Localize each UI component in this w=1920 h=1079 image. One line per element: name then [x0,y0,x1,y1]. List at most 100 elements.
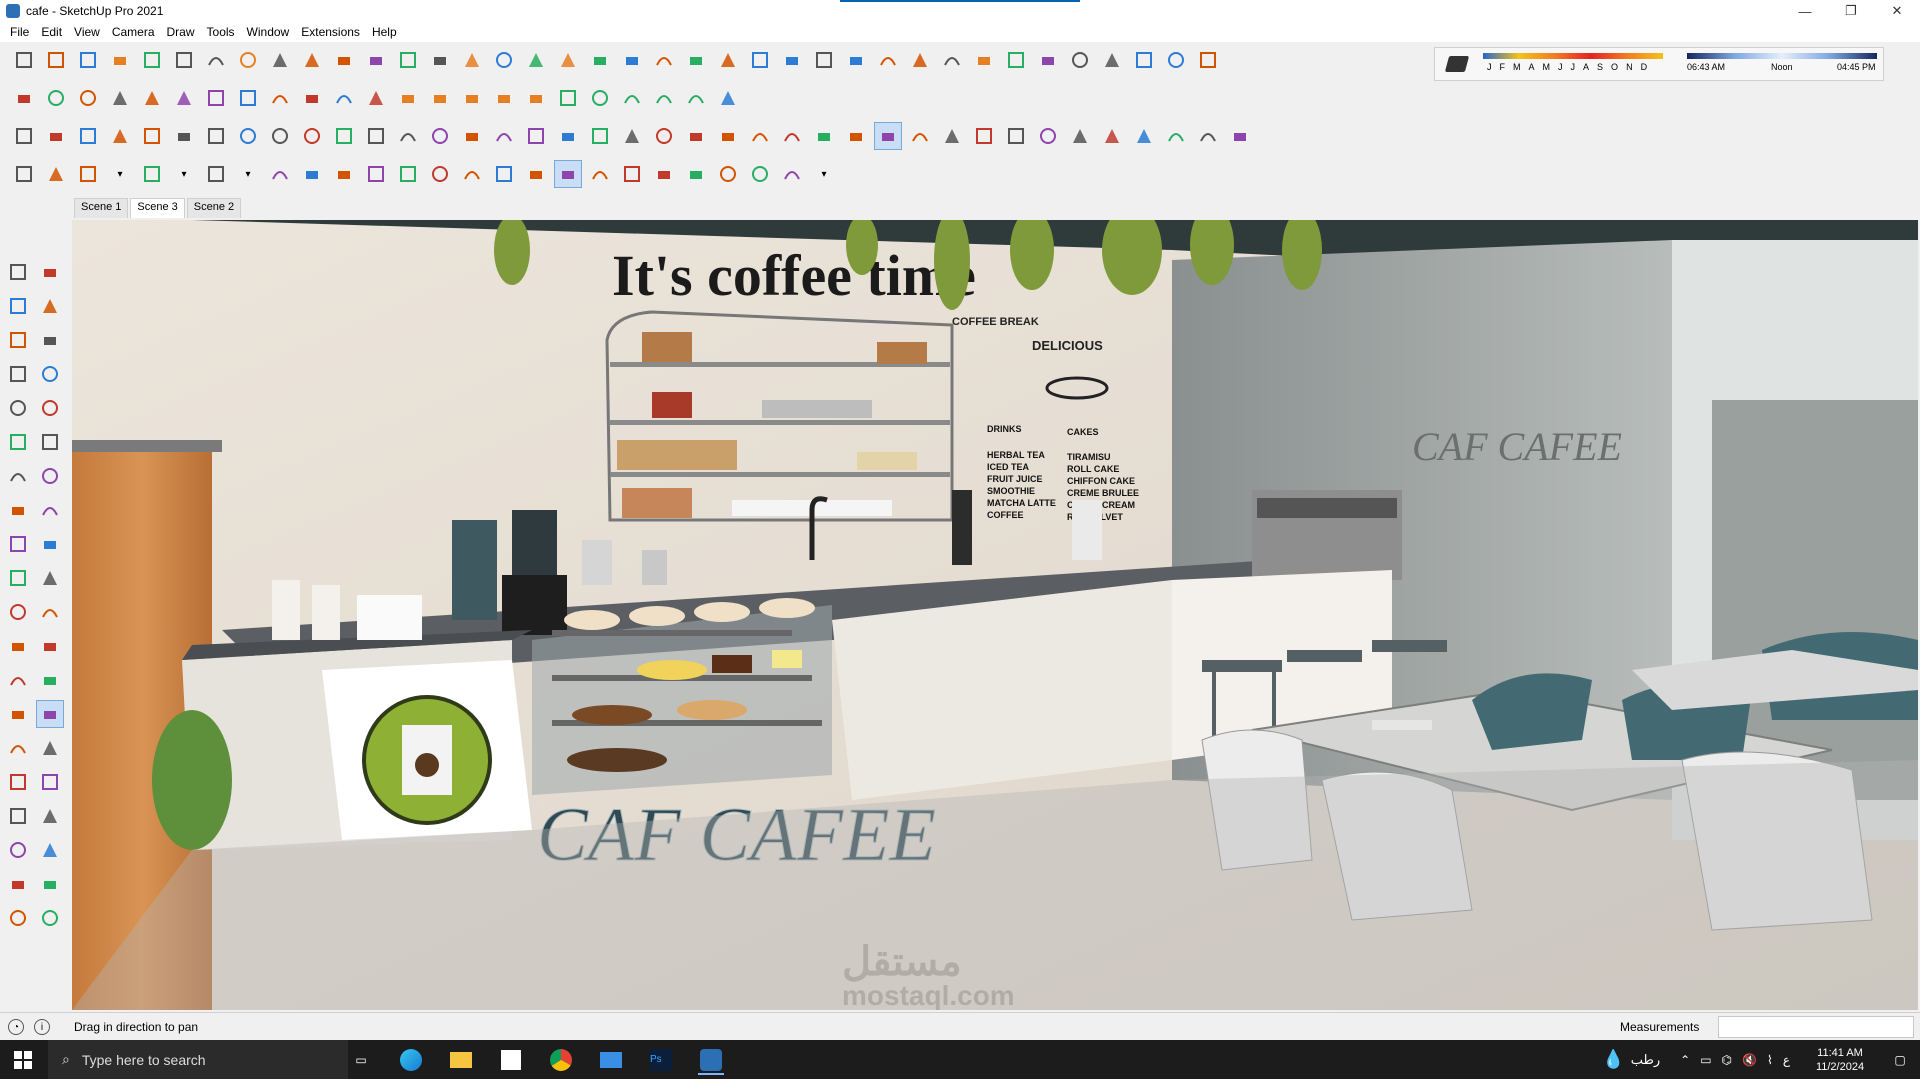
menu-help[interactable]: Help [366,25,403,39]
zoomext-icon[interactable] [618,160,646,188]
rotrect-icon[interactable] [36,360,64,388]
cloud-icon[interactable] [170,46,198,74]
zig-icon[interactable] [746,46,774,74]
scissors-icon[interactable] [106,46,134,74]
layers-icon[interactable] [74,84,102,112]
mail-icon[interactable] [298,84,326,112]
orbit-icon[interactable] [522,160,550,188]
shop-icon[interactable] [714,84,742,112]
select-icon[interactable] [10,46,38,74]
display3-icon[interactable] [1226,122,1254,150]
freehand-icon[interactable] [36,326,64,354]
pushpull-icon[interactable] [490,122,518,150]
ring-icon[interactable] [906,46,934,74]
tube-icon[interactable] [298,46,326,74]
geo-icon[interactable]: ◔ [8,1019,24,1035]
eraser-icon[interactable] [42,160,70,188]
photoshop-icon[interactable]: Ps [640,1044,682,1075]
warehouse-icon[interactable] [4,870,32,898]
frame-icon[interactable] [650,46,678,74]
offset-icon[interactable] [618,122,646,150]
box-icon[interactable] [490,84,518,112]
rect-icon[interactable] [202,160,230,188]
stack-icon[interactable] [682,46,710,74]
layers-icon[interactable] [4,904,32,932]
tab-scene-1[interactable]: Scene 1 [74,198,129,218]
position-icon[interactable] [1002,122,1030,150]
scale-icon[interactable] [4,564,32,592]
lattice-icon[interactable] [554,46,582,74]
box-icon[interactable] [970,46,998,74]
profile-icon[interactable] [778,160,806,188]
edge-icon[interactable] [390,1044,432,1075]
month-slider[interactable] [1483,53,1663,59]
zoomwin-icon[interactable] [36,734,64,762]
pencil-icon[interactable] [4,326,32,354]
sandbox-icon[interactable] [36,904,64,932]
checker-icon[interactable] [202,84,230,112]
3dtext-icon[interactable] [810,122,838,150]
wifi-icon[interactable]: ⌇ [1767,1053,1773,1067]
measurements-input[interactable] [1718,1016,1914,1038]
move-icon[interactable] [4,496,32,524]
polygon-icon[interactable] [298,122,326,150]
pie-icon[interactable] [394,122,422,150]
menu-view[interactable]: View [68,25,106,39]
bars-icon[interactable] [1034,46,1062,74]
shadow-toggle[interactable] [1444,56,1470,72]
rect-icon[interactable] [4,360,32,388]
stairs-icon[interactable] [170,84,198,112]
dim-icon[interactable] [682,122,710,150]
pan-icon[interactable] [874,122,902,150]
add-icon[interactable] [106,84,134,112]
zoomwin-icon[interactable] [938,122,966,150]
box-icon[interactable] [522,84,550,112]
scale-icon[interactable] [394,160,422,188]
minimize-button[interactable]: — [1782,0,1828,22]
dropdown-icon[interactable]: ▾ [106,160,134,188]
ramp-icon[interactable] [714,46,742,74]
warehouse-icon[interactable] [10,84,38,112]
mesh-icon[interactable] [586,46,614,74]
network-icon[interactable]: ⌬ [1722,1053,1732,1067]
zoom-icon[interactable] [906,122,934,150]
rect-icon[interactable] [202,122,230,150]
chevron-up-icon[interactable]: ⌃ [1680,1053,1690,1067]
store-icon[interactable] [490,1044,532,1075]
sphere-icon[interactable] [266,46,294,74]
prev-icon[interactable] [36,768,64,796]
followme-icon[interactable] [298,160,326,188]
paint-icon[interactable] [74,46,102,74]
sandbox-icon[interactable] [746,160,774,188]
start-button[interactable] [0,1040,46,1079]
arc2-icon[interactable] [362,122,390,150]
circle-icon[interactable] [266,122,294,150]
look-icon[interactable] [36,802,64,830]
panel-icon[interactable] [938,46,966,74]
upload-icon[interactable] [234,84,262,112]
paint-icon[interactable] [490,160,518,188]
line-icon[interactable] [362,46,390,74]
menu-window[interactable]: Window [241,25,296,39]
menu-extensions[interactable]: Extensions [295,25,366,39]
book-icon[interactable] [458,46,486,74]
chrome-icon[interactable] [540,1044,582,1075]
menu-edit[interactable]: Edit [35,25,68,39]
clock[interactable]: 11:41 AM 11/2/2024 [1800,1046,1880,1074]
dropdown-icon[interactable]: ▾ [234,160,262,188]
speaker-icon[interactable]: 🔇 [1742,1053,1757,1067]
component-icon[interactable] [42,122,70,150]
protractor-icon[interactable] [4,632,32,660]
eraser-icon[interactable] [106,122,134,150]
dropdown-icon[interactable]: ▾ [170,160,198,188]
paint-icon[interactable] [4,292,32,320]
pencil-icon[interactable] [74,160,102,188]
task-view-icon[interactable]: ▭ [340,1044,382,1075]
zoom-icon[interactable] [586,160,614,188]
info-icon[interactable] [330,84,358,112]
explorer-icon[interactable] [440,1044,482,1075]
wave-icon[interactable] [1130,46,1158,74]
battery-icon[interactable]: ▭ [1700,1053,1711,1067]
close-button[interactable]: ✕ [1874,0,1920,22]
tape-icon[interactable] [426,160,454,188]
